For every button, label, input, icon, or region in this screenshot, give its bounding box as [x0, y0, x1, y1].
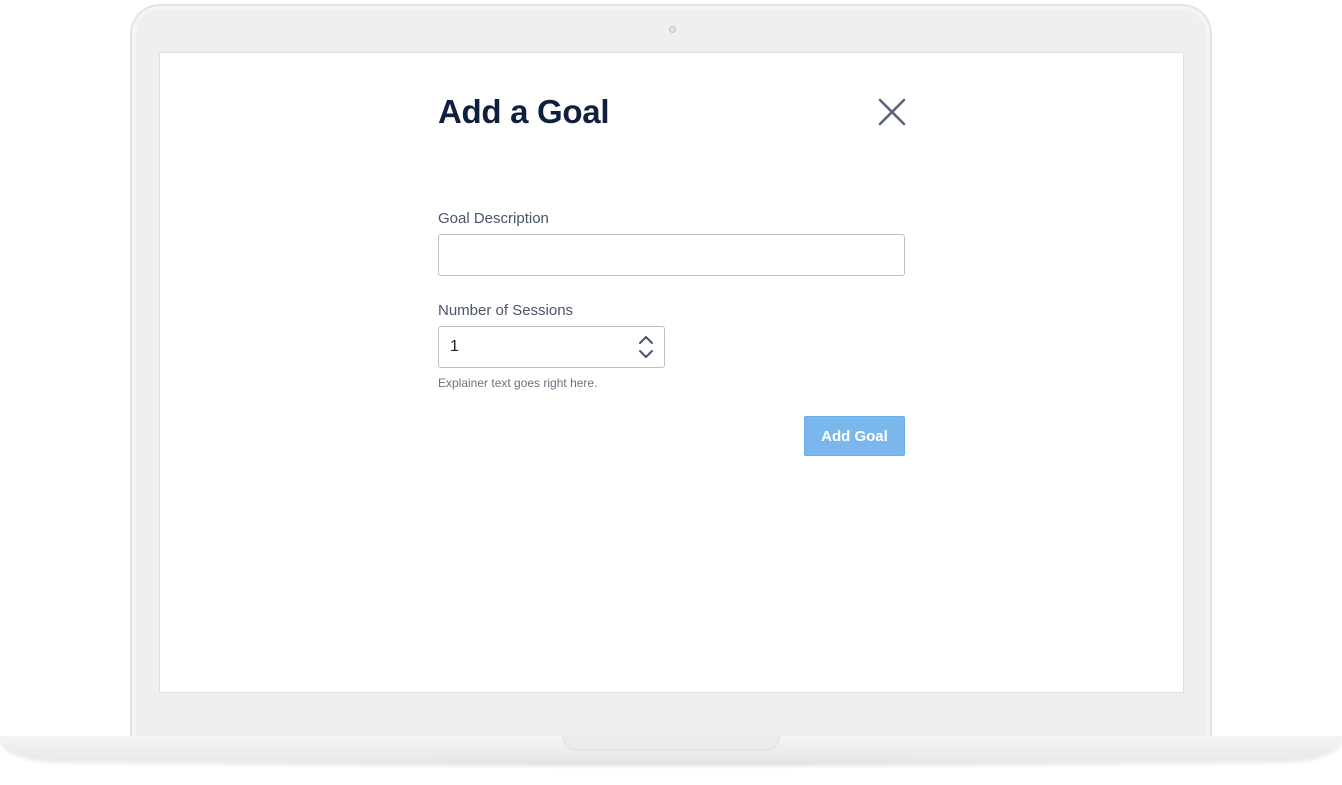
add-goal-button[interactable]: Add Goal [804, 416, 905, 456]
goal-description-input[interactable] [438, 234, 905, 276]
camera-dot [669, 26, 676, 33]
laptop-shadow [20, 759, 1322, 769]
stepper-decrement-button[interactable] [638, 348, 654, 360]
goal-description-label: Goal Description [438, 210, 549, 227]
laptop-mockup: Add a Goal Goal Description Number of Se… [0, 0, 1342, 785]
close-button[interactable] [878, 98, 906, 126]
chevron-down-icon [639, 350, 653, 358]
number-of-sessions-label: Number of Sessions [438, 302, 574, 319]
sessions-stepper [638, 334, 654, 360]
close-icon [878, 98, 906, 126]
laptop-notch [562, 736, 780, 751]
chevron-up-icon [639, 336, 653, 344]
stepper-increment-button[interactable] [638, 334, 654, 346]
explainer-text: Explainer text goes right here. [438, 376, 598, 390]
sessions-value: 1 [450, 338, 459, 355]
sessions-number-input[interactable]: 1 [438, 326, 665, 368]
laptop-screen: Add a Goal Goal Description Number of Se… [159, 52, 1184, 693]
modal-title: Add a Goal [438, 93, 610, 130]
